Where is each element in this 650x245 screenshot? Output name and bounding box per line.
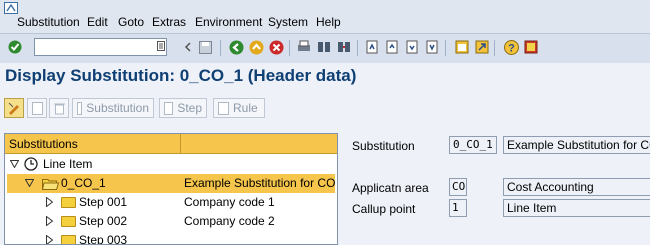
- tree-row[interactable]: Step 001 Company code 1: [5, 193, 337, 212]
- enter-icon[interactable]: [7, 39, 23, 55]
- rule-button[interactable]: Rule: [213, 98, 265, 118]
- command-history-icon[interactable]: [156, 40, 166, 52]
- substitution-label: Substitution: [352, 139, 415, 153]
- collapsed-node-icon[interactable]: [46, 235, 53, 245]
- applicatn-area-description-field: Cost Accounting: [503, 178, 650, 196]
- callup-point-description: Line Item: [507, 201, 557, 215]
- substitution-description: Example Substitution for CO: [507, 138, 650, 152]
- find-icon[interactable]: [316, 39, 332, 55]
- callup-point-description-field: Line Item: [503, 199, 650, 217]
- folder-icon: [61, 216, 76, 227]
- applicatn-area-value: CO: [452, 180, 466, 193]
- sap-logo-icon[interactable]: [4, 2, 18, 14]
- tree-header-description[interactable]: [181, 134, 337, 154]
- applicatn-area-description: Cost Accounting: [507, 180, 594, 194]
- svg-text:?: ?: [508, 42, 515, 54]
- collapsed-node-icon[interactable]: [46, 216, 53, 226]
- shortcut-icon[interactable]: [474, 39, 490, 55]
- previous-page-icon[interactable]: [384, 39, 400, 55]
- tree-node-label: 0_CO_1: [61, 176, 106, 190]
- tree-node-description: Company code 1: [184, 195, 275, 209]
- folder-icon: [61, 197, 76, 208]
- next-page-icon[interactable]: [404, 39, 420, 55]
- change-mode-icon[interactable]: [4, 98, 24, 118]
- callup-point-value: 1: [452, 201, 459, 214]
- document-icon: [218, 101, 229, 115]
- menu-system[interactable]: System: [268, 15, 308, 29]
- substitution-button-label: Substitution: [86, 101, 149, 115]
- expanded-node-icon[interactable]: [25, 179, 34, 187]
- find-next-icon[interactable]: [336, 39, 352, 55]
- tree-row[interactable]: Step 002 Company code 2: [5, 212, 337, 231]
- tree-node-label: Step 001: [79, 195, 128, 209]
- menu-substitution[interactable]: Substitution: [17, 15, 80, 29]
- callup-point-label: Callup point: [352, 202, 416, 216]
- open-folder-icon: [42, 179, 59, 190]
- cancel-icon[interactable]: [268, 39, 284, 55]
- document-icon: [164, 101, 174, 115]
- applicatn-area-label: Applicatn area: [352, 181, 429, 195]
- menu-edit[interactable]: Edit: [87, 15, 108, 29]
- tree-node-description: Company code 2: [184, 214, 275, 228]
- page-title: Display Substitution: 0_CO_1 (Header dat…: [5, 66, 357, 85]
- substitution-button[interactable]: Substitution: [72, 98, 154, 118]
- back-icon[interactable]: [228, 39, 244, 55]
- substitution-field[interactable]: 0_CO_1: [449, 136, 497, 154]
- tree-header-substitutions[interactable]: Substitutions: [5, 134, 181, 154]
- tree-node-label: Step 002: [79, 214, 128, 228]
- substitution-tree: Substitutions Line Item 0_CO_1 Example S…: [4, 133, 338, 245]
- collapsed-node-icon[interactable]: [46, 197, 53, 207]
- tree-node-label: Line Item: [43, 157, 93, 171]
- applicatn-area-field[interactable]: CO: [449, 178, 467, 196]
- expanded-node-icon[interactable]: [10, 160, 19, 168]
- command-field[interactable]: [34, 38, 167, 56]
- save-icon[interactable]: [197, 39, 213, 55]
- collapse-arrow-icon[interactable]: [180, 39, 196, 55]
- substitution-value: 0_CO_1: [453, 138, 493, 151]
- document-icon: [77, 101, 83, 115]
- last-page-icon[interactable]: [424, 39, 440, 55]
- tree-row[interactable]: Step 003: [5, 231, 337, 245]
- menu-extras[interactable]: Extras: [152, 15, 186, 29]
- menu-help[interactable]: Help: [316, 15, 341, 29]
- tree-row[interactable]: Line Item: [5, 155, 337, 174]
- copy-icon[interactable]: [27, 98, 47, 118]
- layout-menu-icon[interactable]: [523, 39, 539, 55]
- tree-row-selected[interactable]: 0_CO_1 Example Substitution for CO: [7, 174, 335, 193]
- menu-environment[interactable]: Environment: [195, 15, 262, 29]
- folder-icon: [61, 235, 76, 244]
- tree-node-description: Example Substitution for CO: [184, 176, 336, 190]
- exit-icon[interactable]: [248, 39, 264, 55]
- first-page-icon[interactable]: [364, 39, 380, 55]
- print-icon[interactable]: [296, 39, 312, 55]
- step-button-label: Step: [177, 101, 202, 115]
- clock-icon: [24, 157, 38, 171]
- rule-button-label: Rule: [233, 101, 258, 115]
- step-button[interactable]: Step: [159, 98, 207, 118]
- help-icon[interactable]: ?: [503, 39, 519, 55]
- menu-goto[interactable]: Goto: [118, 15, 144, 29]
- callup-point-field[interactable]: 1: [449, 199, 467, 217]
- substitution-description-field: Example Substitution for CO: [503, 136, 650, 154]
- tree-node-label: Step 003: [79, 233, 128, 245]
- delete-icon[interactable]: [49, 98, 69, 118]
- new-session-icon[interactable]: [454, 39, 470, 55]
